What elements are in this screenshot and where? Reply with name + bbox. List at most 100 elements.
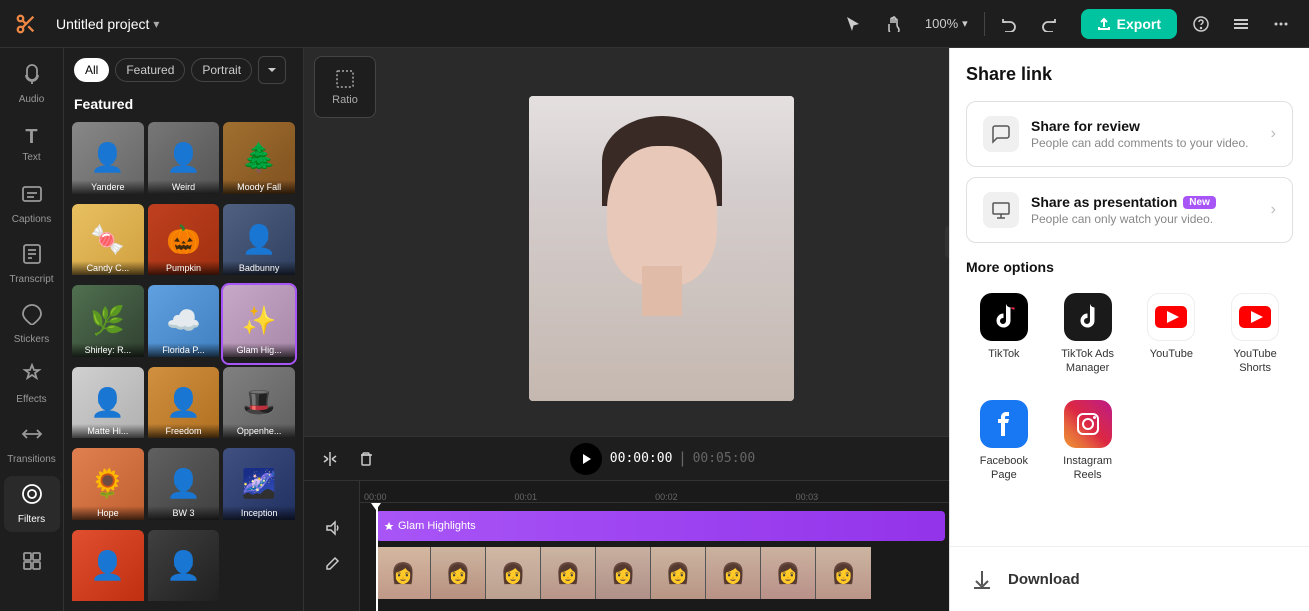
youtube-shorts-label: YouTube Shorts [1221, 347, 1289, 376]
playhead [376, 503, 378, 611]
list-item[interactable]: 👤 Badbunny [223, 204, 295, 282]
tool-extra[interactable] [4, 536, 60, 592]
filters-label: Filters [18, 514, 45, 525]
pointer-tool-button[interactable] [837, 8, 869, 40]
thumb-2: 👩 [431, 547, 486, 599]
logo[interactable] [12, 10, 40, 38]
share-presentation-text: Share as presentation New People can onl… [1031, 194, 1259, 226]
list-item[interactable]: ✨ Glam Hig... [223, 285, 295, 363]
filter-all-button[interactable]: All [74, 58, 109, 82]
clip-glam-highlights[interactable]: Glam Highlights [376, 511, 945, 541]
audio-label: Audio [19, 94, 45, 105]
list-item[interactable]: 🎃 Pumpkin [148, 204, 220, 282]
hand-tool-button[interactable] [877, 8, 909, 40]
tool-transcript[interactable]: Transcript [4, 236, 60, 292]
share-for-review-card[interactable]: Share for review People can add comments… [966, 101, 1293, 167]
right-panel-content: Share link Share for review People can a… [950, 48, 1309, 546]
time-separator: | [680, 450, 684, 468]
edit-button[interactable] [318, 550, 346, 578]
main-area: Audio T Text Captions Transcript Sticker… [0, 48, 1309, 611]
filter-portrait-button[interactable]: Portrait [191, 58, 252, 82]
text-icon: T [25, 126, 37, 149]
tool-transitions[interactable]: Transitions [4, 416, 60, 472]
effects-label: Effects [16, 394, 46, 405]
list-item[interactable]: 👤 BW 3 [148, 448, 220, 526]
export-label: Export [1117, 16, 1161, 32]
facebook-label: Facebook Page [970, 454, 1038, 483]
list-item[interactable]: ☁️ Florida P... [148, 285, 220, 363]
play-button[interactable] [570, 443, 602, 475]
list-item[interactable]: 🌿 Shirley: R... [72, 285, 144, 363]
list-item[interactable]: 🎩 Oppenhe... [223, 367, 295, 445]
list-item[interactable]: 👤 [148, 530, 220, 608]
list-item[interactable]: 👤 Yandere [72, 122, 144, 200]
share-as-presentation-card[interactable]: Share as presentation New People can onl… [966, 177, 1293, 243]
volume-button[interactable] [318, 514, 346, 542]
undo-button[interactable] [993, 8, 1025, 40]
timeline-playback-controls: 00:00:00 | 00:05:00 [570, 443, 755, 475]
download-button[interactable]: Download [950, 546, 1309, 611]
timeline-split-button[interactable] [316, 445, 344, 473]
list-item[interactable]: 🌌 Inception [223, 448, 295, 526]
tool-filters[interactable]: Filters [4, 476, 60, 532]
media-item-label: Florida P... [148, 343, 220, 357]
instagram-icon [1064, 400, 1112, 448]
media-item-label: Moody Fall [223, 180, 295, 194]
platform-facebook[interactable]: Facebook Page [966, 392, 1042, 491]
ratio-icon [334, 68, 356, 90]
captions-icon [21, 183, 43, 211]
thumb-7: 👩 [706, 547, 761, 599]
project-name: Untitled project [56, 16, 149, 32]
new-badge: New [1183, 196, 1216, 209]
more-button[interactable] [1265, 8, 1297, 40]
thumb-8: 👩 [761, 547, 816, 599]
redo-button[interactable] [1033, 8, 1065, 40]
ratio-label: Ratio [332, 94, 358, 106]
tool-audio[interactable]: Audio [4, 56, 60, 112]
list-item[interactable]: 👤 Matte Hi... [72, 367, 144, 445]
platform-tiktok-ads[interactable]: TikTok Ads Manager [1050, 285, 1126, 384]
list-item[interactable]: 🌻 Hope [72, 448, 144, 526]
filter-dropdown-button[interactable] [258, 56, 286, 84]
media-item-label: Matte Hi... [72, 424, 144, 438]
canvas-preview-container [384, 60, 939, 436]
extra-icon [21, 550, 43, 578]
tool-stickers[interactable]: Stickers [4, 296, 60, 352]
platform-youtube[interactable]: YouTube [1134, 285, 1210, 384]
list-item[interactable]: 🌲 Moody Fall [223, 122, 295, 200]
zoom-chevron-icon: ▾ [962, 17, 968, 30]
media-item-label: Inception [223, 506, 295, 520]
timeline-track-content: Glam Highlights 👩 👩 [360, 503, 949, 611]
timeline-delete-button[interactable] [352, 445, 380, 473]
effects-icon [21, 363, 43, 391]
panel-collapse-button[interactable]: ‹ [945, 226, 949, 258]
export-button[interactable]: Export [1081, 9, 1177, 39]
tick-00-03: 00:03 [792, 492, 823, 502]
help-button[interactable] [1185, 8, 1217, 40]
share-review-title: Share for review [1031, 118, 1259, 134]
platform-tiktok[interactable]: TikTok [966, 285, 1042, 384]
youtube-icon [1147, 293, 1195, 341]
tiktok-ads-label: TikTok Ads Manager [1054, 347, 1122, 376]
platform-youtube-shorts[interactable]: YouTube Shorts [1217, 285, 1293, 384]
thumbnail-row: 👩 👩 👩 👩 👩 [376, 547, 945, 599]
more-options-title: More options [966, 259, 1293, 275]
media-item-label: Candy C... [72, 261, 144, 275]
ratio-button[interactable]: Ratio [314, 56, 376, 118]
media-item-label: Glam Hig... [223, 343, 295, 357]
list-item[interactable]: 👤 [72, 530, 144, 608]
thumb-4: 👩 [541, 547, 596, 599]
media-panel-filters: All Featured Portrait [64, 48, 303, 92]
filter-featured-button[interactable]: Featured [115, 58, 185, 82]
tool-captions[interactable]: Captions [4, 176, 60, 232]
list-item[interactable]: 👤 Weird [148, 122, 220, 200]
menu-button[interactable] [1225, 8, 1257, 40]
media-item-label: BW 3 [148, 506, 220, 520]
list-item[interactable]: 🍬 Candy C... [72, 204, 144, 282]
zoom-control[interactable]: 100% ▾ [917, 12, 976, 35]
platform-instagram[interactable]: Instagram Reels [1050, 392, 1126, 491]
project-name-button[interactable]: Untitled project ▾ [48, 12, 167, 36]
tool-text[interactable]: T Text [4, 116, 60, 172]
list-item[interactable]: 👤 Freedom [148, 367, 220, 445]
tool-effects[interactable]: Effects [4, 356, 60, 412]
